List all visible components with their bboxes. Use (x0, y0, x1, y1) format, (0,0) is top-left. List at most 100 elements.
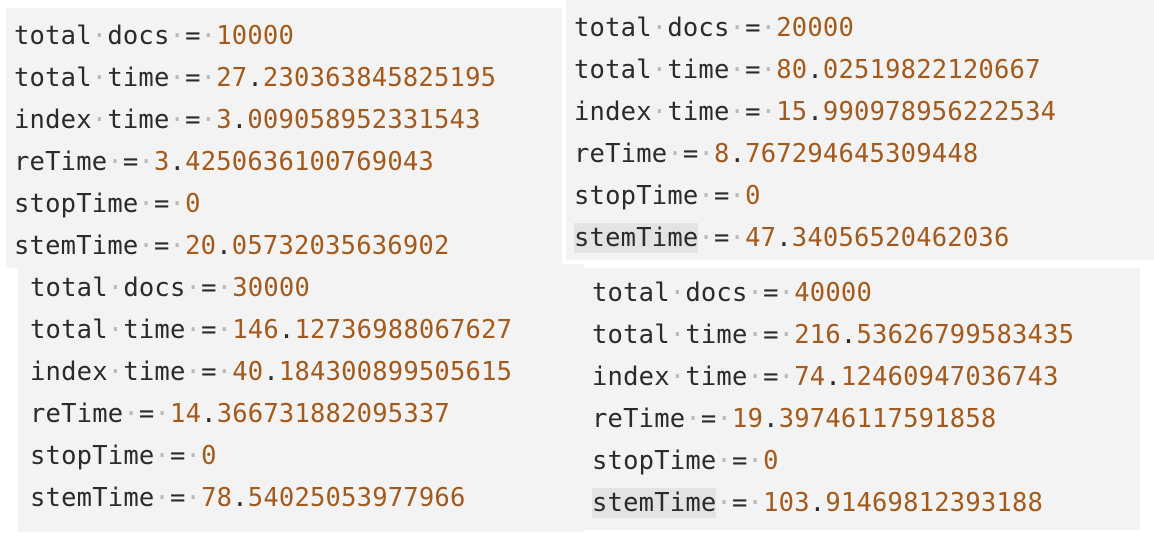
line-value: 10000 (216, 21, 294, 51)
equals-sign: = (682, 139, 699, 169)
line-value: 3.4250636100769043 (154, 147, 434, 177)
whitespace-dot: · (729, 181, 746, 211)
line-value: 146.12736988067627 (232, 315, 512, 345)
key-word: index (30, 357, 108, 387)
whitespace-dot: · (760, 13, 777, 43)
value-point: . (809, 488, 826, 518)
whitespace-dot: · (154, 483, 170, 513)
value-integer: 8 (714, 139, 730, 169)
whitespace-dot: · (669, 278, 686, 308)
output-line: index·time·=·3.009058952331543 (14, 99, 481, 141)
equals-sign: = (731, 446, 748, 476)
output-line: stopTime·=·0 (592, 440, 779, 482)
value-point: . (807, 97, 823, 127)
line-key: index·time (574, 97, 730, 127)
line-key: total·time (30, 315, 186, 345)
output-line: total·docs·=·10000 (14, 15, 294, 57)
line-key: total·docs (592, 278, 748, 308)
whitespace-dot: · (185, 357, 202, 387)
whitespace-dot: · (200, 21, 217, 51)
output-line: total·time·=·146.12736988067627 (30, 309, 512, 351)
whitespace-dot: · (169, 189, 186, 219)
output-panel-2: total·docs·=·20000 total·time·=·80.025198… (566, 0, 1154, 260)
value-point: . (169, 147, 186, 177)
line-key: total·docs (14, 21, 170, 51)
value-integer: 146 (232, 315, 279, 345)
value-fraction: 91469812393188 (825, 488, 1044, 518)
value-integer: 0 (185, 189, 201, 219)
equals-sign: = (731, 488, 748, 518)
line-key: stemTime (14, 231, 138, 261)
key-word: reTime (14, 147, 108, 177)
equals-sign: = (201, 273, 217, 303)
key-word: total (592, 320, 670, 350)
value-point: . (216, 231, 232, 261)
line-key: total·time (14, 63, 170, 93)
equals-sign: = (169, 483, 186, 513)
value-integer: 10000 (216, 21, 294, 51)
equals-sign: = (169, 441, 186, 471)
value-integer: 40000 (794, 278, 872, 308)
whitespace-dot: · (729, 55, 746, 85)
key-word: time (107, 63, 170, 93)
whitespace-dot: · (216, 315, 233, 345)
line-key: stemTime (574, 223, 699, 253)
value-integer: 40 (232, 357, 264, 387)
output-line: total·time·=·27.230363845825195 (14, 57, 496, 99)
output-line: reTime·=·14.366731882095337 (30, 393, 450, 435)
equals-sign: = (713, 181, 730, 211)
key-word: docs (107, 21, 170, 51)
key-word: reTime (574, 139, 668, 169)
value-integer: 47 (745, 223, 777, 253)
key-word: total (30, 315, 108, 345)
output-panel-3: total·docs·=·30000 total·time·=·146.12736… (18, 264, 584, 532)
whitespace-dot: · (216, 273, 233, 303)
line-value: 0 (745, 181, 761, 211)
whitespace-dot: · (107, 273, 124, 303)
equals-sign: = (153, 231, 170, 261)
line-value: 78.54025053977966 (201, 483, 465, 513)
whitespace-dot: · (716, 404, 733, 434)
value-integer: 74 (794, 362, 826, 392)
value-point: . (247, 63, 263, 93)
whitespace-dot: · (123, 399, 139, 429)
whitespace-dot: · (747, 320, 764, 350)
line-value: 40.184300899505615 (232, 357, 512, 387)
output-line: stopTime·=·0 (30, 435, 217, 477)
key-word: reTime (592, 404, 686, 434)
value-integer: 14 (170, 399, 202, 429)
key-word: total (14, 63, 92, 93)
value-integer: 103 (763, 488, 810, 518)
whitespace-dot: · (216, 357, 233, 387)
whitespace-dot: · (747, 488, 764, 518)
whitespace-dot: · (91, 21, 108, 51)
output-line: index·time·=·74.12460947036743 (592, 356, 1059, 398)
line-key: reTime (30, 399, 123, 429)
whitespace-dot: · (651, 97, 668, 127)
whitespace-dot: · (107, 315, 124, 345)
line-key: index·time (14, 105, 170, 135)
key-word: total (574, 55, 652, 85)
whitespace-dot: · (200, 63, 217, 93)
line-key: total·time (574, 55, 730, 85)
whitespace-dot: · (698, 139, 715, 169)
whitespace-dot: · (747, 446, 764, 476)
value-fraction: 767294645309448 (745, 139, 979, 169)
value-fraction: 12460947036743 (840, 362, 1059, 392)
value-fraction: 990978956222534 (822, 97, 1057, 127)
whitespace-dot: · (107, 357, 124, 387)
value-integer: 27 (216, 63, 248, 93)
output-line: stemTime·=·47.34056520462036 (574, 217, 1010, 259)
output-line: total·docs·=·20000 (574, 7, 854, 49)
value-fraction: 39746117591858 (778, 404, 997, 434)
value-integer: 15 (776, 97, 808, 127)
value-fraction: 34056520462036 (791, 223, 1010, 253)
value-integer: 3 (154, 147, 170, 177)
whitespace-dot: · (747, 278, 764, 308)
key-word: stemTime (574, 223, 699, 253)
line-key: reTime (14, 147, 107, 177)
whitespace-dot: · (778, 362, 795, 392)
whitespace-dot: · (651, 55, 668, 85)
key-word: docs (667, 13, 730, 43)
whitespace-dot: · (760, 55, 777, 85)
